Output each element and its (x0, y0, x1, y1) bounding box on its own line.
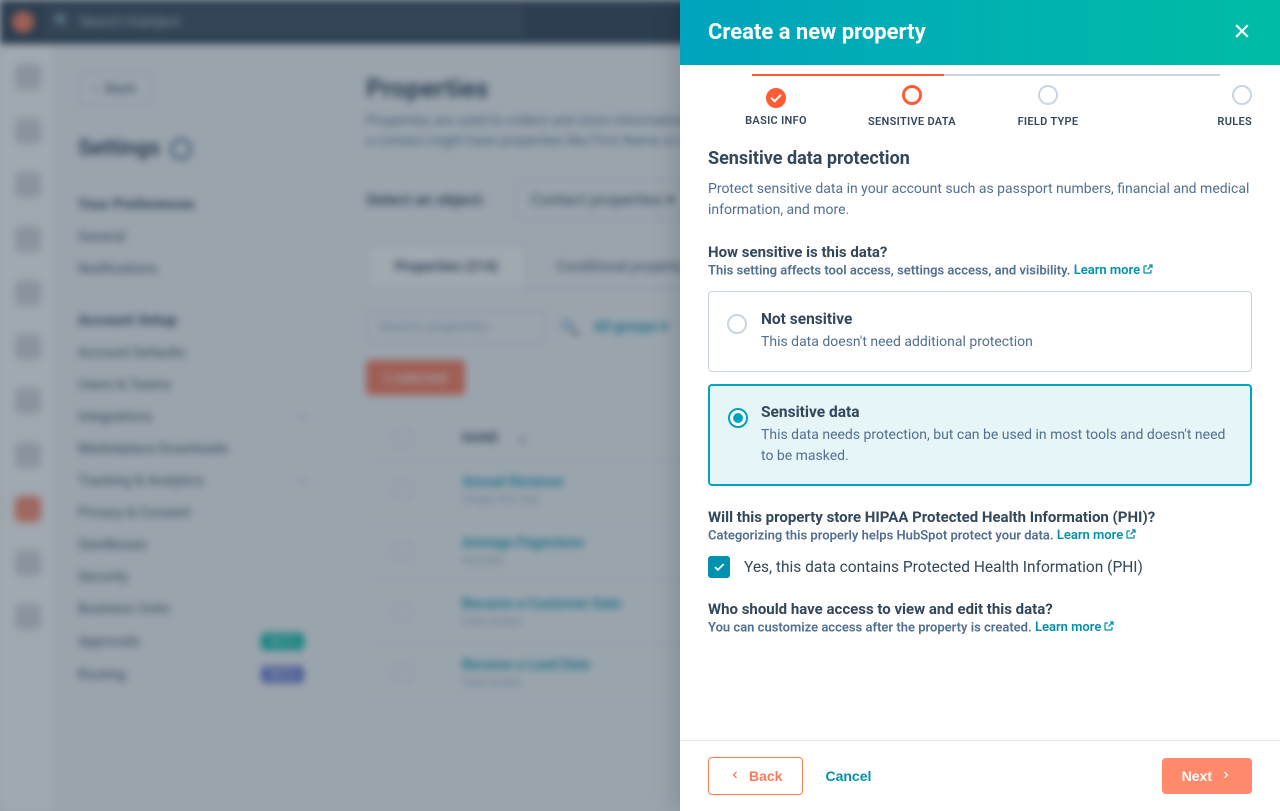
external-link-icon (1103, 620, 1115, 636)
question-access: Who should have access to view and edit … (708, 600, 1252, 618)
question-phi-sub: Categorizing this properly helps HubSpot… (708, 528, 1252, 544)
phi-checkbox-row[interactable]: Yes, this data contains Protected Health… (708, 556, 1252, 578)
radio-icon (727, 314, 747, 334)
step-rules: RULES (1116, 85, 1252, 128)
close-icon[interactable] (1232, 21, 1252, 45)
question-sensitivity: How sensitive is this data? (708, 243, 1252, 261)
section-desc: Protect sensitive data in your account s… (708, 179, 1252, 221)
back-button[interactable]: Back (708, 757, 803, 795)
drawer-header: Create a new property (680, 0, 1280, 65)
step-basic-info: BASIC INFO (708, 85, 844, 127)
step-sensitive-data: SENSITIVE DATA (844, 85, 980, 128)
cancel-button[interactable]: Cancel (821, 758, 875, 794)
learn-more-link[interactable]: Learn more (1035, 620, 1115, 635)
drawer-title: Create a new property (708, 20, 926, 45)
next-button[interactable]: Next (1162, 758, 1252, 794)
checkbox-checked-icon (708, 556, 730, 578)
external-link-icon (1125, 528, 1137, 544)
option-sensitive-data[interactable]: Sensitive data This data needs protectio… (708, 384, 1252, 486)
question-access-sub: You can customize access after the prope… (708, 620, 1252, 636)
section-title: Sensitive data protection (708, 148, 1252, 169)
learn-more-link[interactable]: Learn more (1074, 263, 1154, 278)
create-property-drawer: Create a new property BASIC INFO SENSITI… (680, 0, 1280, 811)
chevron-right-icon (1220, 768, 1232, 784)
chevron-left-icon (729, 768, 741, 784)
option-not-sensitive[interactable]: Not sensitive This data doesn't need add… (708, 291, 1252, 372)
stepper: BASIC INFO SENSITIVE DATA FIELD TYPE RUL… (680, 65, 1280, 132)
drawer-body: Sensitive data protection Protect sensit… (680, 132, 1280, 740)
step-field-type: FIELD TYPE (980, 85, 1116, 128)
question-sensitivity-sub: This setting affects tool access, settin… (708, 263, 1252, 279)
radio-icon (728, 408, 748, 428)
learn-more-link[interactable]: Learn more (1057, 528, 1137, 543)
external-link-icon (1142, 263, 1154, 279)
question-phi: Will this property store HIPAA Protected… (708, 508, 1252, 526)
drawer-footer: Back Cancel Next (680, 740, 1280, 811)
